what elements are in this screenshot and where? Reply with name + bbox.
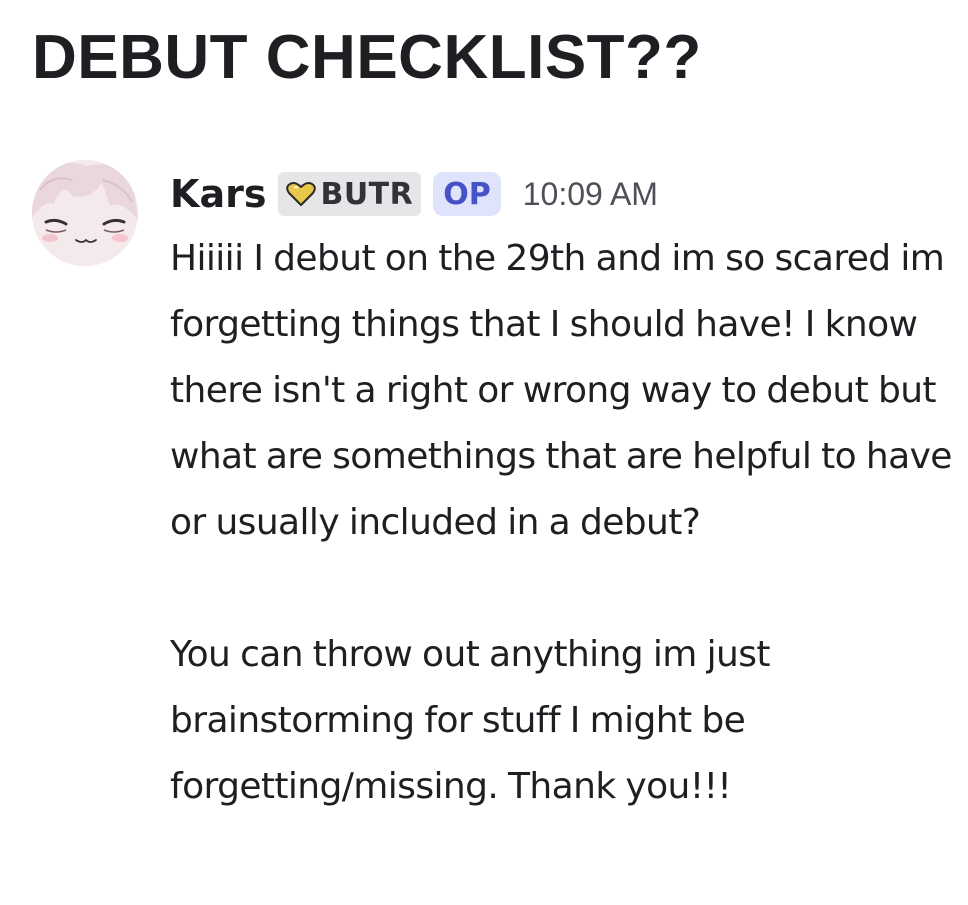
avatar-image — [32, 160, 138, 266]
message-paragraph: Hiiiii I debut on the 29th and im so sca… — [170, 238, 952, 543]
gold-heart-icon — [286, 182, 317, 206]
thread-title: DEBUT CHECKLIST?? — [32, 23, 702, 92]
avatar[interactable] — [32, 160, 138, 266]
role-tag[interactable]: BUTR — [278, 172, 422, 216]
message-header: Kars BUTR OP 10:09 AM — [170, 166, 658, 222]
message-paragraph: You can throw out anything im just brain… — [170, 634, 771, 807]
message-body: Hiiiii I debut on the 29th and im so sca… — [170, 226, 960, 820]
timestamp[interactable]: 10:09 AM — [523, 176, 658, 213]
op-badge: OP — [433, 172, 501, 216]
role-label: BUTR — [320, 176, 414, 212]
author-name[interactable]: Kars — [170, 172, 266, 216]
